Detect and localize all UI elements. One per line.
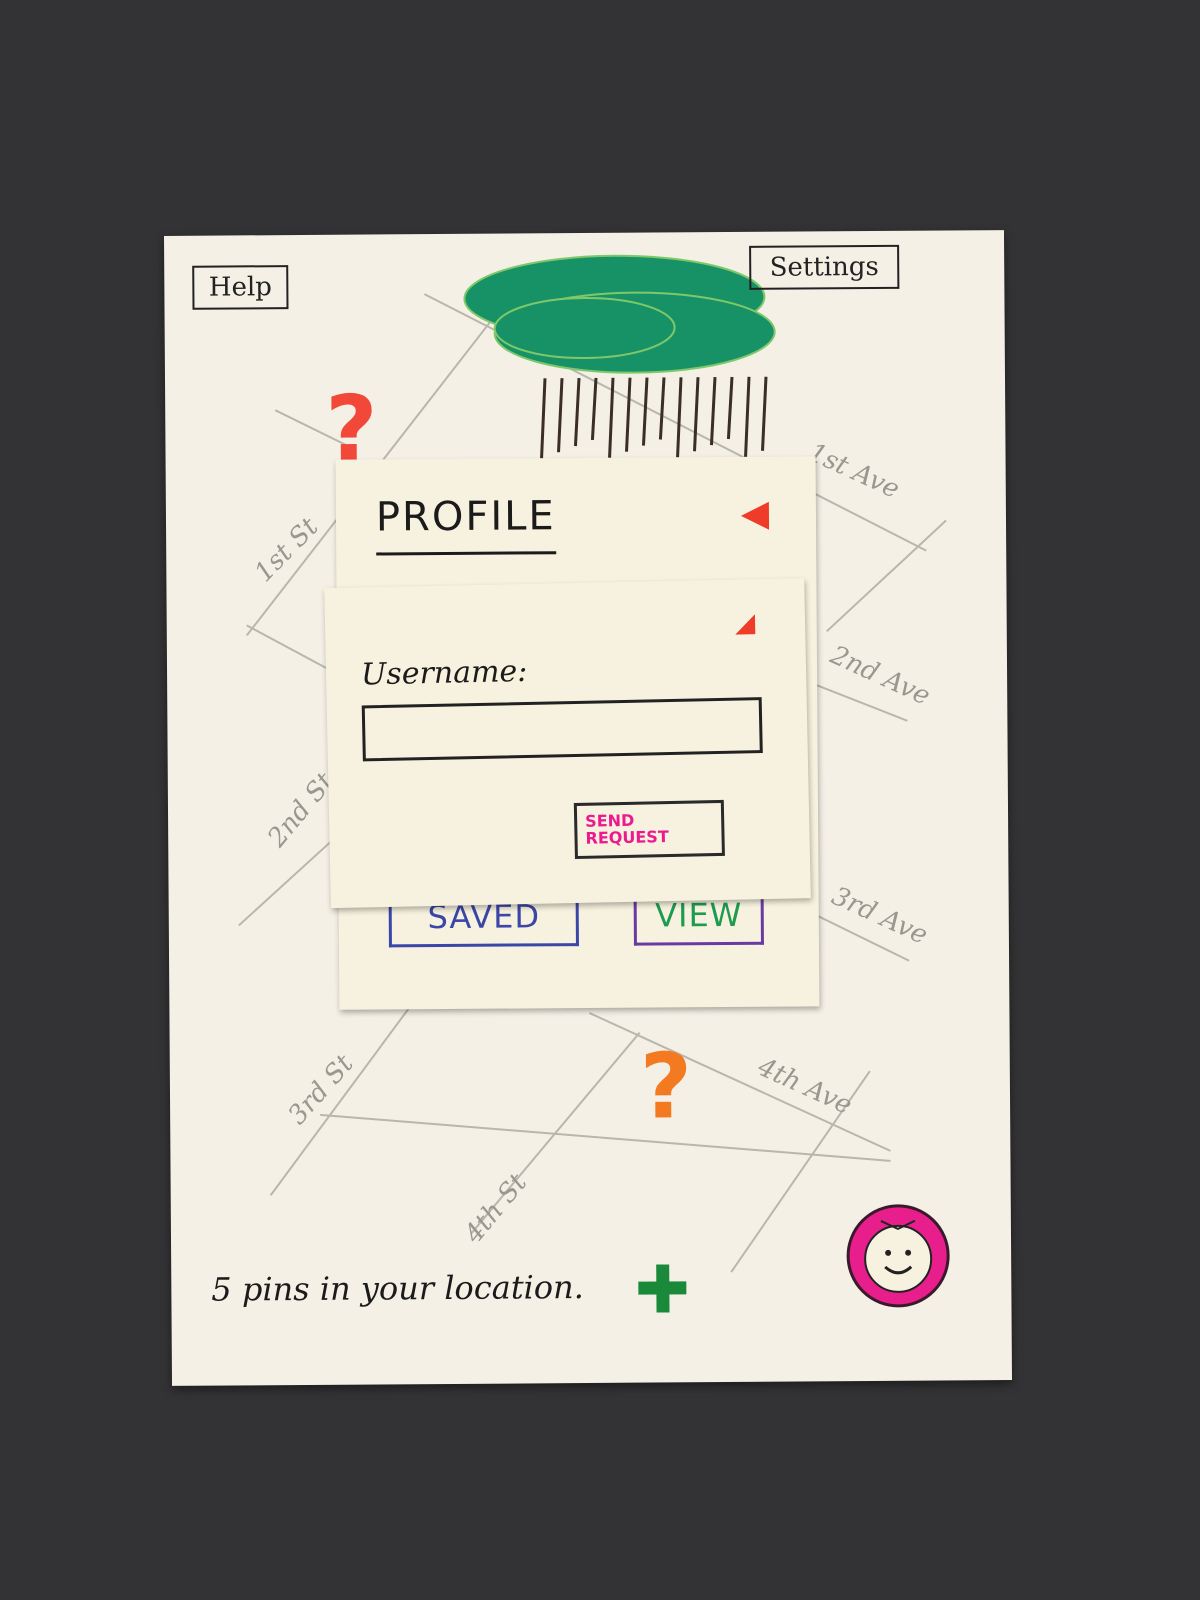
paper-prototype: 1st St 2nd St 3rd St 4th St 1st Ave 2nd …	[163, 230, 1013, 1386]
request-panel: Username: SEND REQUEST	[324, 578, 811, 909]
avatar[interactable]	[843, 1200, 954, 1311]
street-line-3	[826, 519, 947, 633]
avenue-line-6	[320, 1113, 891, 1162]
username-label: Username:	[360, 653, 528, 693]
settings-button[interactable]: Settings	[749, 244, 900, 290]
add-pin-icon[interactable]	[636, 1262, 688, 1314]
request-collapse-icon[interactable]	[734, 614, 756, 635]
profile-title: PROFILE	[375, 493, 556, 556]
tree-icon	[463, 254, 776, 459]
pins-count-text: 5 pins in your location.	[211, 1268, 585, 1309]
profile-collapse-icon[interactable]	[740, 501, 770, 530]
map-pin-2[interactable]: ?	[640, 1034, 693, 1139]
street-line-4	[269, 993, 421, 1196]
username-input[interactable]	[361, 697, 763, 762]
avenue-line-7	[589, 1012, 891, 1152]
send-request-button[interactable]: SEND REQUEST	[573, 799, 725, 860]
help-button[interactable]: Help	[192, 265, 289, 310]
